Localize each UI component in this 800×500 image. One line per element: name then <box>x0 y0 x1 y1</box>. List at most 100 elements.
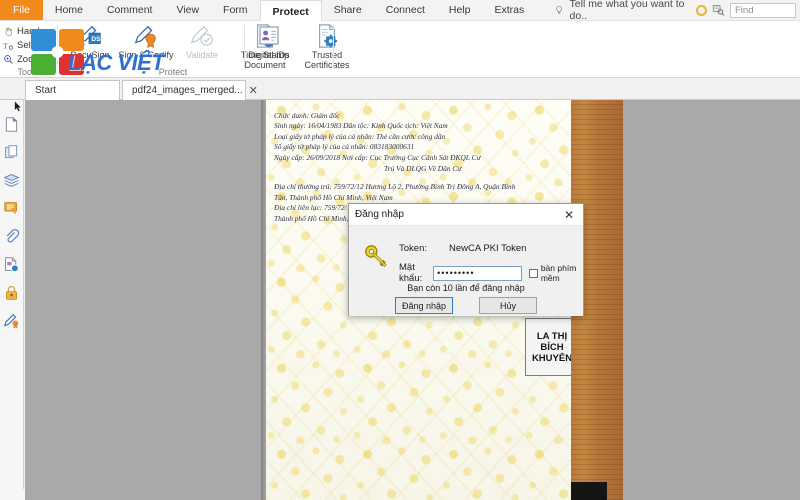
ribbon-group-tools-label: Tools <box>17 67 39 77</box>
menu-item-protect[interactable]: Protect <box>259 0 322 22</box>
document-line-blank <box>274 174 567 182</box>
key-icon <box>365 245 387 268</box>
menu-item-form[interactable]: Form <box>211 0 260 20</box>
ribbon-group-protect: DS DocuSign Sign & Certify Validate Time… <box>58 21 350 77</box>
tell-me-label: Tell me what you want to do.. <box>569 0 685 22</box>
signature-stamp-name-line2: BÍCH <box>540 341 564 353</box>
left-navigation-panel <box>0 100 24 500</box>
ribbon-toolbar: Hand T Select Zoom Tools DS DocuSign Sig… <box>0 21 800 78</box>
page-thumbnail-icon[interactable] <box>3 116 20 133</box>
login-submit-button[interactable]: Đăng nhập <box>395 297 453 314</box>
zoom-search-icon[interactable] <box>712 4 725 16</box>
hand-icon <box>5 27 12 36</box>
login-cancel-button[interactable]: Hủy <box>479 297 537 314</box>
digital-signature-stamp: LA THỊ BÍCH KHUYÊN Digitally signed by L… <box>525 318 571 376</box>
menu-item-help[interactable]: Help <box>437 0 483 20</box>
login-dialog[interactable]: Đăng nhập ✕ Token: NewCA PKI Token Mật k… <box>348 203 584 316</box>
layers-icon[interactable] <box>3 172 20 189</box>
viewer-background-left <box>25 100 265 500</box>
validate-check-icon <box>189 23 215 49</box>
viewer-background-right <box>623 100 800 500</box>
login-dialog-buttons: Đăng nhập Hủy <box>349 297 583 314</box>
find-input[interactable]: Find <box>730 2 796 18</box>
trusted-cert-icon <box>315 23 339 49</box>
ribbon-separator-3 <box>333 25 334 69</box>
attachment-icon[interactable] <box>3 228 20 245</box>
signature-stamp-name-line3: KHUYÊN <box>531 352 571 364</box>
svg-text:DS: DS <box>91 36 101 43</box>
document-line-4: Số giấy tờ pháp lý của cá nhân: 08318300… <box>274 142 415 152</box>
password-row: Mật khẩu: ••••••••• bàn phím mềm <box>399 262 587 284</box>
ribbon-separator-2 <box>244 25 245 69</box>
document-line-8: Tân, Thành phố Hồ Chí Minh, Việt Nam <box>274 192 393 202</box>
docusign-label: DocuSign <box>70 50 110 60</box>
lightbulb-icon <box>556 5 563 14</box>
menu-item-home[interactable]: Home <box>43 0 95 20</box>
digital-id-icon <box>257 23 281 49</box>
document-line-0 <box>274 100 567 111</box>
menu-item-comment[interactable]: Comment <box>95 0 165 20</box>
menu-item-share[interactable]: Share <box>322 0 374 20</box>
login-attempts-hint: Bạn còn 10 lần để đăng nhập <box>407 283 525 293</box>
tab-start[interactable]: Start <box>25 80 120 100</box>
document-line-6: Trú Và DLQG Về Dân Cư <box>384 163 462 173</box>
tab-pdf-document-label: pdf24_images_merged... <box>132 85 243 96</box>
document-line-5: Ngày cấp: 26/09/2018 Nơi cấp: Cục Trưởng… <box>274 152 481 162</box>
digital-ids-button[interactable]: Digital IDs <box>246 23 292 71</box>
token-label: Token: <box>399 243 427 254</box>
pages-copy-icon[interactable] <box>3 144 20 161</box>
docusign-button[interactable]: DS DocuSign <box>62 23 118 71</box>
document-line-1: Chức danh: Giám đốc <box>274 110 340 120</box>
login-dialog-title-bar: Đăng nhập ✕ <box>349 204 583 226</box>
password-input[interactable]: ••••••••• <box>433 265 522 281</box>
menu-bar-right: Find <box>696 0 800 20</box>
tool-select-button[interactable]: T Select <box>0 38 56 52</box>
stamp-icon[interactable] <box>3 256 20 273</box>
token-value: NewCA PKI Token <box>449 243 527 254</box>
table-shadow-dark <box>571 482 607 500</box>
tool-zoom-button[interactable]: Zoom <box>0 52 56 66</box>
document-line-7: Địa chỉ thường trú: 759/72/12 Hương Lộ 2… <box>274 182 516 192</box>
password-label: Mật khẩu: <box>399 262 423 284</box>
security-lock-icon[interactable] <box>3 284 20 301</box>
bottom-left-strip <box>0 489 25 500</box>
login-dialog-title: Đăng nhập <box>355 209 404 220</box>
sign-certify-label: Sign & Certify <box>118 50 174 60</box>
signature-icon[interactable] <box>3 312 20 329</box>
ribbon-group-tools: Hand T Select Zoom Tools <box>0 21 56 78</box>
document-line-3: Loại giấy tờ pháp lý của cá nhân: Thẻ că… <box>274 131 446 141</box>
menu-item-connect[interactable]: Connect <box>374 0 437 20</box>
magnifier-icon <box>4 54 13 64</box>
document-tab-bar: Start pdf24_images_merged... ✕ <box>0 78 800 100</box>
document-line-2: Sinh ngày: 16/04/1983 Dân tộc: Kinh Quốc… <box>274 121 448 131</box>
menu-item-view[interactable]: View <box>164 0 211 20</box>
ribbon-group-protect-label: Protect <box>158 67 188 77</box>
docusign-pen-icon: DS <box>77 23 103 49</box>
menu-item-extras[interactable]: Extras <box>482 0 536 20</box>
login-dialog-body: Token: NewCA PKI Token Mật khẩu: •••••••… <box>349 226 583 316</box>
mouse-cursor-icon <box>14 101 21 112</box>
tab-pdf-document[interactable]: pdf24_images_merged... ✕ <box>122 80 258 100</box>
soft-keyboard-label: bàn phím mềm <box>540 263 577 283</box>
text-select-icon: T <box>3 41 13 50</box>
comments-icon[interactable] <box>3 200 20 217</box>
trusted-certificates-button[interactable]: Trusted Certificates <box>294 23 360 71</box>
validate-label: Validate <box>186 50 218 60</box>
tab-close-icon[interactable]: ✕ <box>249 84 258 97</box>
soft-keyboard-checkbox[interactable] <box>528 268 538 278</box>
close-icon[interactable]: ✕ <box>561 208 577 222</box>
sign-certify-button[interactable]: Sign & Certify <box>118 23 174 71</box>
menu-spacer <box>536 0 554 20</box>
tool-zoom-label: Zoom <box>17 53 42 65</box>
menu-item-file[interactable]: File <box>0 0 43 20</box>
token-row: Token: NewCA PKI Token <box>399 243 526 254</box>
circle-icon[interactable] <box>696 4 707 16</box>
digital-ids-label: Digital IDs <box>248 50 290 60</box>
tool-select-label: Select <box>17 39 44 51</box>
validate-button[interactable]: Validate <box>174 23 230 71</box>
sign-certify-icon <box>133 23 159 49</box>
svg-text:T: T <box>3 41 8 50</box>
tell-me-box[interactable]: Tell me what you want to do.. <box>554 0 696 22</box>
signature-stamp-name: LA THỊ BÍCH KHUYÊN <box>526 319 571 375</box>
tool-hand-button[interactable]: Hand <box>0 24 56 38</box>
